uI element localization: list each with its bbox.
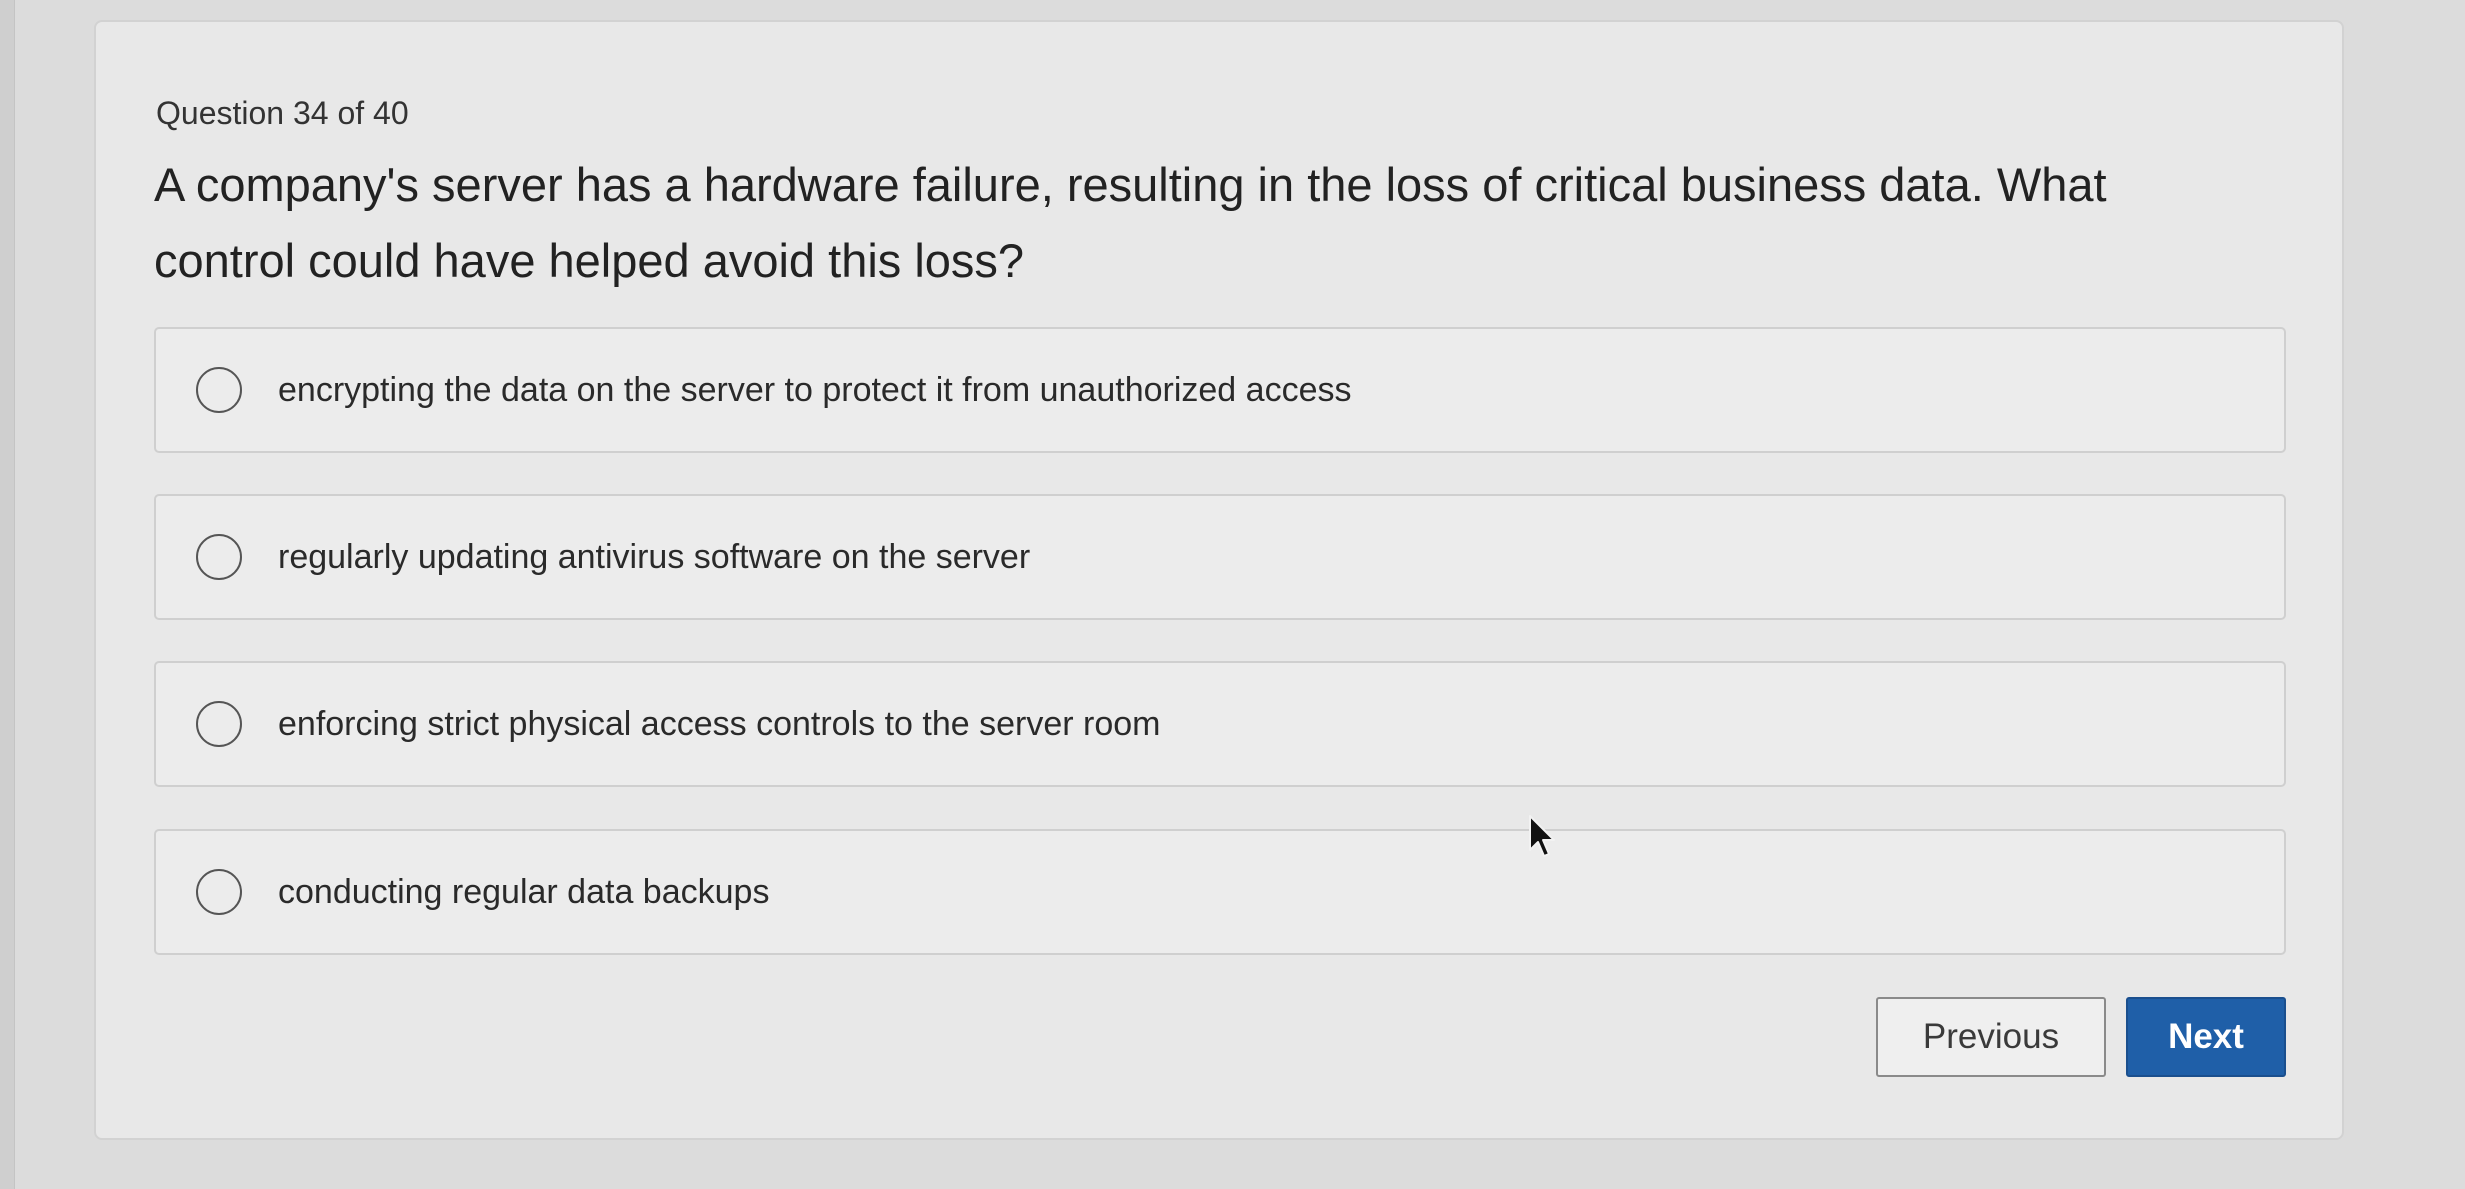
answer-option-label: enforcing strict physical access control… (278, 704, 1161, 743)
answer-option-label: encrypting the data on the server to pro… (278, 370, 1352, 409)
answer-option-2[interactable]: regularly updating antivirus software on… (154, 494, 2286, 620)
answer-option-4[interactable]: conducting regular data backups (154, 829, 2286, 955)
answer-option-label: regularly updating antivirus software on… (278, 537, 1031, 576)
answer-option-label: conducting regular data backups (278, 872, 770, 911)
radio-circle-icon[interactable] (196, 869, 242, 915)
answer-option-3[interactable]: enforcing strict physical access control… (154, 661, 2286, 787)
previous-button[interactable]: Previous (1876, 997, 2106, 1077)
page-edge (0, 0, 15, 1189)
question-counter: Question 34 of 40 (156, 95, 409, 131)
next-button[interactable]: Next (2126, 997, 2286, 1077)
answer-option-1[interactable]: encrypting the data on the server to pro… (154, 327, 2286, 453)
question-text: A company's server has a hardware failur… (154, 158, 2107, 287)
radio-circle-icon[interactable] (196, 534, 242, 580)
radio-circle-icon[interactable] (196, 701, 242, 747)
question-card: Question 34 of 40 A company's server has… (94, 20, 2344, 1140)
mouse-pointer-icon (1529, 815, 1555, 857)
radio-circle-icon[interactable] (196, 367, 242, 413)
